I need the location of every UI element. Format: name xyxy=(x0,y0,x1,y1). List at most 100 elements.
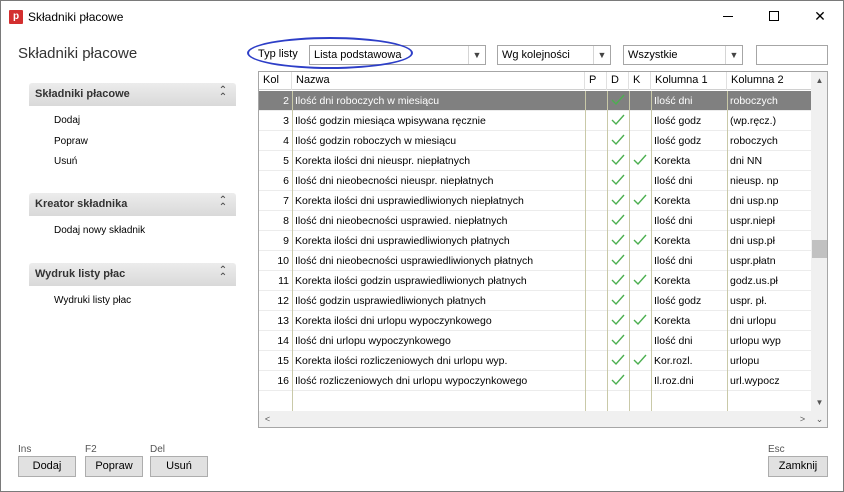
table-row[interactable]: 6 Ilość dni nieobecności nieuspr. niepłat… xyxy=(259,171,811,191)
cell-kol: 9 xyxy=(283,235,289,247)
column-divider xyxy=(651,91,652,427)
checkmark-icon xyxy=(611,214,625,226)
list-type-value: Lista podstawowa xyxy=(314,49,402,61)
panel-title: Kreator składnika xyxy=(35,198,128,210)
table-row[interactable]: 15 Korekta ilości rozliczeniowych dni url… xyxy=(259,351,811,371)
vertical-scrollbar[interactable]: ▲ ▼ xyxy=(811,72,827,411)
col-header-p[interactable]: P xyxy=(585,72,607,90)
table-row[interactable]: 4 Ilość godzin roboczych w miesiącu Ilość … xyxy=(259,131,811,151)
cell-p xyxy=(585,111,607,131)
checkmark-icon xyxy=(633,234,647,246)
cell-kol: 10 xyxy=(277,255,289,267)
cell-k xyxy=(629,331,651,351)
cell-k xyxy=(629,171,651,191)
table-row[interactable]: 3 Ilość godzin miesiąca wpisywana ręcznie… xyxy=(259,111,811,131)
search-input[interactable] xyxy=(756,45,828,65)
table-row[interactable]: 14 Ilość dni urlopu wypoczynkowego Ilość d… xyxy=(259,331,811,351)
maximize-button[interactable] xyxy=(751,1,797,32)
scroll-left-icon[interactable]: < xyxy=(259,411,276,427)
components-grid[interactable]: Kol Nazwa P D K Kolumna 1 Kolumna 2 2 Ilo… xyxy=(258,71,828,428)
table-row[interactable]: 9 Korekta ilości dni usprawiedliwionych p… xyxy=(259,231,811,251)
panel-header[interactable]: Kreator składnika ⌃ ⌃ xyxy=(29,193,236,216)
filter-select[interactable]: Wszystkie ▼ xyxy=(623,45,743,65)
order-select[interactable]: Wg kolejności ▼ xyxy=(497,45,611,65)
cell-d xyxy=(607,111,629,131)
checkmark-icon xyxy=(611,274,625,286)
delete-button[interactable]: Usuń xyxy=(150,456,208,477)
cell-d xyxy=(607,271,629,291)
minimize-button[interactable] xyxy=(705,1,751,32)
edit-button[interactable]: Popraw xyxy=(85,456,143,477)
cell-kolumna1: Ilość dni xyxy=(654,175,693,187)
col-header-k[interactable]: K xyxy=(629,72,651,90)
cell-kol: 16 xyxy=(277,375,289,387)
table-row[interactable]: 16 Ilość rozliczeniowych dni urlopu wypoc… xyxy=(259,371,811,391)
chevron-down-icon[interactable]: ▼ xyxy=(725,46,742,64)
list-type-select[interactable]: Lista podstawowa ▼ xyxy=(309,45,486,65)
cell-kolumna2: (wp.ręcz.) xyxy=(730,115,777,127)
scroll-corner-down-icon[interactable]: ⌄ xyxy=(811,411,827,427)
link-new-component[interactable]: Dodaj nowy składnik xyxy=(54,225,145,236)
col-header-d[interactable]: D xyxy=(607,72,629,90)
table-row[interactable]: 7 Korekta ilości dni usprawiedliwionych n… xyxy=(259,191,811,211)
add-button[interactable]: Dodaj xyxy=(18,456,76,477)
cell-kolumna2: dni NN xyxy=(730,155,763,167)
close-shortcut-label: Esc xyxy=(768,444,785,455)
link-edit[interactable]: Popraw xyxy=(54,136,88,147)
col-header-kolumna1[interactable]: Kolumna 1 xyxy=(651,72,727,90)
link-delete[interactable]: Usuń xyxy=(54,156,77,167)
cell-kolumna2: dni urlopu xyxy=(730,315,777,327)
column-divider xyxy=(629,91,630,427)
panel-skladniki: Składniki płacowe ⌃ ⌃ Dodaj Popraw Usuń xyxy=(29,83,236,167)
table-row[interactable]: 5 Korekta ilości dni nieuspr. niepłatnych… xyxy=(259,151,811,171)
collapse-icon[interactable]: ⌃ ⌃ xyxy=(216,196,230,213)
edit-shortcut-label: F2 xyxy=(85,444,97,455)
horizontal-scrollbar[interactable]: < > ⌄ xyxy=(259,411,827,427)
close-icon: ✕ xyxy=(814,8,826,24)
link-payroll-print[interactable]: Wydruki listy płac xyxy=(54,295,131,306)
table-row[interactable]: 2 Ilość dni roboczych w miesiącu Ilość dni… xyxy=(259,91,811,111)
cell-k xyxy=(629,291,651,311)
checkmark-icon xyxy=(611,154,625,166)
cell-p xyxy=(585,191,607,211)
chevron-down-icon[interactable]: ▼ xyxy=(468,46,485,64)
order-value: Wg kolejności xyxy=(502,49,570,61)
cell-kolumna2: roboczych xyxy=(730,135,778,147)
checkmark-icon xyxy=(633,314,647,326)
table-row[interactable]: 13 Korekta ilości dni urlopu wypoczynkowe… xyxy=(259,311,811,331)
table-row[interactable]: 11 Korekta ilości godzin usprawiedliwiony… xyxy=(259,271,811,291)
link-add[interactable]: Dodaj xyxy=(54,115,80,126)
scroll-down-icon[interactable]: ▼ xyxy=(811,394,827,411)
cell-kol: 8 xyxy=(283,215,289,227)
chevron-down-icon[interactable]: ▼ xyxy=(593,46,610,64)
checkmark-icon xyxy=(611,194,625,206)
close-button[interactable]: Zamknij xyxy=(768,456,828,477)
scroll-thumb[interactable] xyxy=(812,240,827,258)
column-divider xyxy=(292,91,293,427)
col-header-kolumna2[interactable]: Kolumna 2 xyxy=(727,72,811,90)
collapse-icon[interactable]: ⌃ ⌃ xyxy=(216,266,230,283)
checkmark-icon xyxy=(611,134,625,146)
panel-header[interactable]: Składniki płacowe ⌃ ⌃ xyxy=(29,83,236,106)
cell-nazwa: Ilość rozliczeniowych dni urlopu wypoczy… xyxy=(295,375,528,387)
scroll-up-icon[interactable]: ▲ xyxy=(811,72,827,89)
panel-header[interactable]: Wydruk listy płac ⌃ ⌃ xyxy=(29,263,236,286)
table-row[interactable]: 12 Ilość godzin usprawiedliwionych płatny… xyxy=(259,291,811,311)
collapse-icon[interactable]: ⌃ ⌃ xyxy=(216,86,230,103)
cell-d xyxy=(607,211,629,231)
cell-kolumna2: uspr. pł. xyxy=(730,295,767,307)
cell-kolumna2: nieusp. np xyxy=(730,175,779,187)
col-header-nazwa[interactable]: Nazwa xyxy=(292,72,585,90)
cell-nazwa: Korekta ilości dni nieuspr. niepłatnych xyxy=(295,155,471,167)
scroll-right-icon[interactable]: > xyxy=(794,411,811,427)
window-title: Składniki płacowe xyxy=(28,10,124,24)
page-title: Składniki płacowe xyxy=(18,45,138,62)
table-row[interactable]: 8 Ilość dni nieobecności usprawied. niepł… xyxy=(259,211,811,231)
checkmark-icon xyxy=(611,94,625,106)
checkmark-icon xyxy=(633,274,647,286)
cell-kolumna2: roboczych xyxy=(730,95,778,107)
table-row[interactable]: 10 Ilość dni nieobecności usprawiedliwion… xyxy=(259,251,811,271)
close-window-button[interactable]: ✕ xyxy=(797,1,843,32)
cell-kolumna1: Ilość godz xyxy=(654,135,702,147)
col-header-kol[interactable]: Kol xyxy=(259,72,292,90)
